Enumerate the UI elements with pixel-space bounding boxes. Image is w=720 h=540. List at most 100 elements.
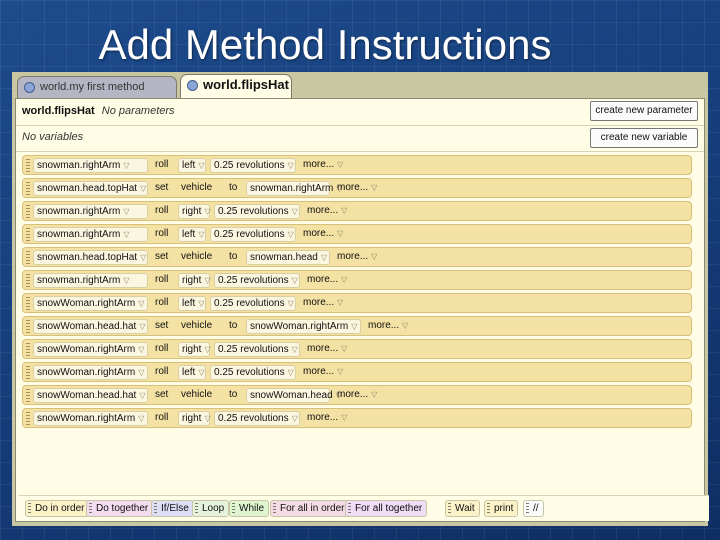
drag-handle-icon[interactable]: [26, 228, 30, 241]
more-options[interactable]: more... ▽: [300, 365, 343, 380]
control-comment[interactable]: //: [523, 500, 544, 517]
statement-row[interactable]: snowWoman.rightArm ▽ roll right ▽ 0.25 revolu…: [22, 339, 692, 359]
statement-row[interactable]: snowman.rightArm ▽ roll left ▽ 0.25 revolutio…: [22, 224, 692, 244]
dropdown-arrow-icon[interactable]: ▽: [292, 276, 298, 285]
method-name-tile[interactable]: roll: [152, 273, 174, 288]
statement-row[interactable]: snowman.rightArm ▽ roll left ▽ 0.25 revolutio…: [22, 155, 692, 175]
more-options[interactable]: more... ▽: [300, 227, 343, 242]
method-name-tile[interactable]: set: [152, 319, 174, 334]
more-options[interactable]: more... ▽: [304, 273, 347, 288]
method-name-tile[interactable]: roll: [152, 342, 174, 357]
method-name-tile[interactable]: set: [152, 388, 174, 403]
object-tile[interactable]: snowman.head.topHat ▽: [33, 181, 148, 196]
method-name-tile[interactable]: set: [152, 181, 174, 196]
value-tile[interactable]: snowWoman.head ▽: [246, 388, 342, 403]
control-loop[interactable]: Loop: [192, 500, 230, 517]
drag-handle-icon[interactable]: [26, 297, 30, 310]
dropdown-arrow-icon[interactable]: ▽: [288, 299, 294, 308]
statement-row[interactable]: snowWoman.rightArm ▽ roll left ▽ 0.25 revolut…: [22, 362, 692, 382]
value-tile[interactable]: snowWoman.rightArm ▽: [246, 319, 361, 334]
amount-tile[interactable]: 0.25 revolutions ▽: [214, 273, 300, 288]
object-tile[interactable]: snowman.rightArm ▽: [33, 158, 148, 173]
property-tile[interactable]: vehicle: [178, 181, 222, 196]
statement-row[interactable]: snowman.rightArm ▽ roll right ▽ 0.25 revoluti…: [22, 270, 692, 290]
more-options[interactable]: more... ▽: [300, 296, 343, 311]
direction-tile[interactable]: left ▽: [178, 296, 206, 311]
object-tile[interactable]: snowWoman.head.hat ▽: [33, 319, 148, 334]
dropdown-arrow-icon[interactable]: ▽: [351, 322, 357, 331]
statement-row[interactable]: snowWoman.head.hat ▽ set vehicle to snowWoman…: [22, 316, 692, 336]
dropdown-arrow-icon[interactable]: ▽: [341, 206, 347, 215]
statement-row[interactable]: snowWoman.head.hat ▽ set vehicle to snowWoman…: [22, 385, 692, 405]
dropdown-arrow-icon[interactable]: ▽: [138, 299, 144, 308]
drag-handle-icon[interactable]: [26, 182, 30, 195]
statement-row[interactable]: snowman.rightArm ▽ roll right ▽ 0.25 revoluti…: [22, 201, 692, 221]
dropdown-arrow-icon[interactable]: ▽: [371, 390, 377, 399]
dropdown-arrow-icon[interactable]: ▽: [204, 414, 210, 423]
direction-tile[interactable]: right ▽: [178, 204, 211, 219]
direction-tile[interactable]: left ▽: [178, 227, 206, 242]
dropdown-arrow-icon[interactable]: ▽: [341, 413, 347, 422]
tab-my-first-method[interactable]: world.my first method: [17, 76, 177, 98]
object-tile[interactable]: snowWoman.rightArm ▽: [33, 342, 148, 357]
more-options[interactable]: more... ▽: [334, 388, 377, 403]
dropdown-arrow-icon[interactable]: ▽: [138, 414, 144, 423]
statement-row[interactable]: snowman.head.topHat ▽ set vehicle to snowman.…: [22, 247, 692, 267]
dropdown-arrow-icon[interactable]: ▽: [139, 322, 145, 331]
object-tile[interactable]: snowWoman.rightArm ▽: [33, 411, 148, 426]
direction-tile[interactable]: left ▽: [178, 158, 206, 173]
method-name-tile[interactable]: set: [152, 250, 174, 265]
statement-row[interactable]: snowWoman.rightArm ▽ roll right ▽ 0.25 revolu…: [22, 408, 692, 428]
control-wait[interactable]: Wait: [445, 500, 480, 517]
property-tile[interactable]: vehicle: [178, 250, 222, 265]
amount-tile[interactable]: 0.25 revolutions ▽: [214, 411, 300, 426]
object-tile[interactable]: snowWoman.head.hat ▽: [33, 388, 148, 403]
dropdown-arrow-icon[interactable]: ▽: [292, 207, 298, 216]
control-do-in-order[interactable]: Do in order: [25, 500, 90, 517]
method-name-tile[interactable]: roll: [152, 365, 174, 380]
method-name-tile[interactable]: roll: [152, 158, 174, 173]
value-tile[interactable]: snowman.head ▽: [246, 250, 330, 265]
dropdown-arrow-icon[interactable]: ▽: [321, 253, 327, 262]
control-print[interactable]: print: [484, 500, 519, 517]
to-label[interactable]: to: [226, 250, 242, 265]
dropdown-arrow-icon[interactable]: ▽: [139, 391, 145, 400]
more-options[interactable]: more... ▽: [334, 181, 377, 196]
dropdown-arrow-icon[interactable]: ▽: [138, 345, 144, 354]
dropdown-arrow-icon[interactable]: ▽: [140, 253, 146, 262]
control-if-else[interactable]: If/Else: [151, 500, 194, 517]
more-options[interactable]: more... ▽: [334, 250, 377, 265]
amount-tile[interactable]: 0.25 revolutions ▽: [210, 227, 296, 242]
more-options[interactable]: more... ▽: [365, 319, 408, 334]
amount-tile[interactable]: 0.25 revolutions ▽: [210, 296, 296, 311]
dropdown-arrow-icon[interactable]: ▽: [123, 230, 129, 239]
control-while[interactable]: While: [229, 500, 270, 517]
dropdown-arrow-icon[interactable]: ▽: [288, 368, 294, 377]
dropdown-arrow-icon[interactable]: ▽: [204, 276, 210, 285]
create-new-variable-button[interactable]: create new variable: [590, 128, 698, 148]
object-tile[interactable]: snowWoman.rightArm ▽: [33, 365, 148, 380]
dropdown-arrow-icon[interactable]: ▽: [198, 230, 204, 239]
statement-row[interactable]: snowman.head.topHat ▽ set vehicle to snowman.…: [22, 178, 692, 198]
more-options[interactable]: more... ▽: [304, 204, 347, 219]
more-options[interactable]: more... ▽: [300, 158, 343, 173]
statement-row[interactable]: snowWoman.rightArm ▽ roll left ▽ 0.25 revolut…: [22, 293, 692, 313]
dropdown-arrow-icon[interactable]: ▽: [198, 368, 204, 377]
drag-handle-icon[interactable]: [26, 389, 30, 402]
drag-handle-icon[interactable]: [26, 343, 30, 356]
direction-tile[interactable]: right ▽: [178, 342, 211, 357]
dropdown-arrow-icon[interactable]: ▽: [204, 345, 210, 354]
more-options[interactable]: more... ▽: [304, 342, 347, 357]
dropdown-arrow-icon[interactable]: ▽: [292, 414, 298, 423]
object-tile[interactable]: snowman.head.topHat ▽: [33, 250, 148, 265]
dropdown-arrow-icon[interactable]: ▽: [337, 367, 343, 376]
direction-tile[interactable]: right ▽: [178, 411, 211, 426]
method-name-tile[interactable]: roll: [152, 227, 174, 242]
dropdown-arrow-icon[interactable]: ▽: [371, 183, 377, 192]
to-label[interactable]: to: [226, 319, 242, 334]
method-name-tile[interactable]: roll: [152, 204, 174, 219]
property-tile[interactable]: vehicle: [178, 388, 222, 403]
dropdown-arrow-icon[interactable]: ▽: [402, 321, 408, 330]
dropdown-arrow-icon[interactable]: ▽: [140, 184, 146, 193]
direction-tile[interactable]: left ▽: [178, 365, 206, 380]
